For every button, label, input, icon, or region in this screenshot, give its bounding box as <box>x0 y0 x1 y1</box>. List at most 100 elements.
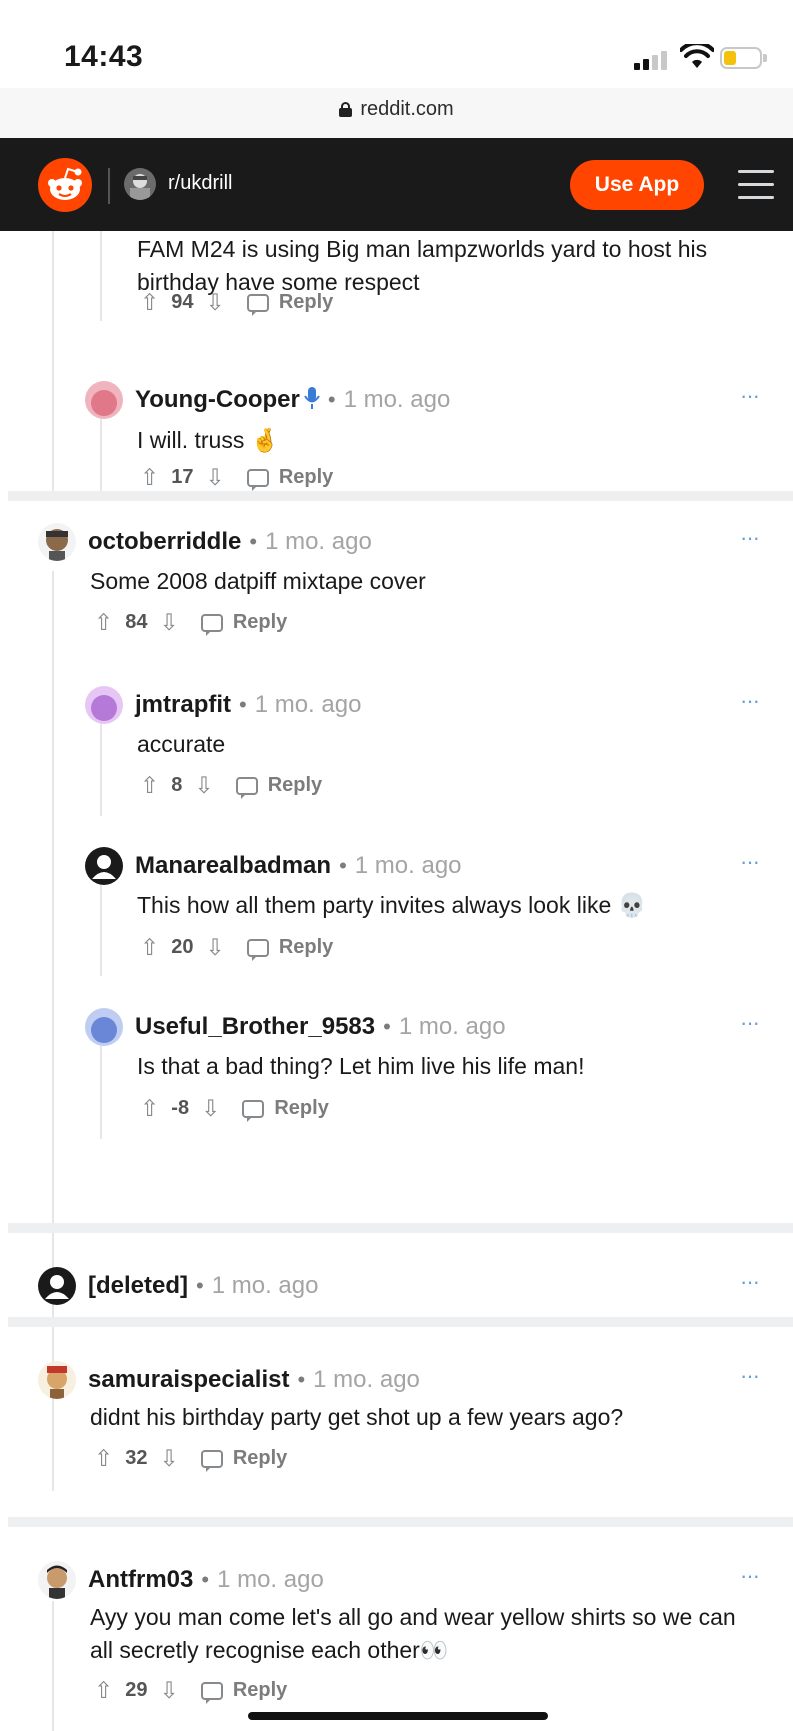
more-options-icon[interactable]: ··· <box>740 525 760 551</box>
battery-icon <box>720 47 767 69</box>
comment-age: 1 mo. ago <box>211 1272 319 1299</box>
reply-button[interactable]: Reply <box>233 611 287 634</box>
downvote-icon[interactable]: ⇩ <box>194 772 213 799</box>
downvote-icon[interactable]: ⇩ <box>206 464 225 491</box>
comment-author[interactable]: Manarealbadman <box>135 852 331 880</box>
comment: Antfrm03 • 1 mo. ago ··· Ayy you man com… <box>38 1561 793 1731</box>
avatar[interactable] <box>38 1361 76 1399</box>
separator-dot: • <box>239 692 247 717</box>
clock: 14:43 <box>64 40 144 73</box>
comment-actions: ⇧ 32 ⇩ Reply <box>94 1445 287 1472</box>
score: 17 <box>171 466 194 488</box>
more-options-icon[interactable]: ··· <box>740 1269 760 1295</box>
downvote-icon[interactable]: ⇩ <box>160 609 179 636</box>
separator-dot: • <box>196 1273 204 1298</box>
downvote-icon[interactable]: ⇩ <box>160 1677 179 1704</box>
comment: samuraispecialist • 1 mo. ago ··· didnt … <box>38 1361 793 1501</box>
thread-separator <box>8 491 793 501</box>
upvote-icon[interactable]: ⇧ <box>94 609 113 636</box>
comment-author[interactable]: octoberriddle <box>88 528 241 556</box>
comment-author[interactable]: jmtrapfit <box>135 691 231 719</box>
comment: Young-Cooper • 1 mo. ago ··· I will. tru… <box>85 381 793 491</box>
more-options-icon[interactable]: ··· <box>740 383 760 409</box>
comment-actions: ⇧ 94 ⇩ Reply <box>140 289 333 316</box>
reddit-logo-icon[interactable] <box>38 158 92 212</box>
subreddit-icon[interactable] <box>124 168 156 200</box>
comment: Manarealbadman • 1 mo. ago ··· This how … <box>85 847 793 967</box>
reply-button[interactable]: Reply <box>279 291 333 314</box>
reply-icon[interactable] <box>246 293 269 316</box>
upvote-icon[interactable]: ⇧ <box>94 1677 113 1704</box>
comment-age: 1 mo. ago <box>354 852 462 879</box>
separator-dot: • <box>383 1014 391 1039</box>
comment-body: This how all them party invites always l… <box>137 892 647 918</box>
score: 84 <box>125 611 148 633</box>
downvote-icon[interactable]: ⇩ <box>206 934 225 961</box>
score: 29 <box>125 1679 148 1701</box>
reply-icon[interactable] <box>246 938 269 961</box>
score: 32 <box>125 1447 148 1469</box>
upvote-icon[interactable]: ⇧ <box>140 772 159 799</box>
comment-age: 1 mo. ago <box>254 691 362 718</box>
reply-button[interactable]: Reply <box>279 936 333 959</box>
avatar[interactable] <box>85 381 123 419</box>
comment-author[interactable]: Young-Cooper <box>135 386 300 414</box>
comment-author[interactable]: Useful_Brother_9583 <box>135 1013 375 1041</box>
more-options-icon[interactable]: ··· <box>740 849 760 875</box>
avatar[interactable] <box>38 1561 76 1599</box>
comment-actions: ⇧ 20 ⇩ Reply <box>140 934 333 961</box>
avatar[interactable] <box>85 1008 123 1046</box>
upvote-icon[interactable]: ⇧ <box>94 1445 113 1472</box>
comment-body: didnt his birthday party get shot up a f… <box>90 1404 624 1430</box>
downvote-icon[interactable]: ⇩ <box>201 1095 220 1122</box>
comment: FAM M24 is using Big man lampzworlds yar… <box>0 231 793 321</box>
reply-icon[interactable] <box>200 1681 223 1704</box>
avatar[interactable] <box>38 523 76 561</box>
use-app-button[interactable]: Use App <box>570 160 704 210</box>
status-bar: 14:43 <box>0 0 793 96</box>
avatar[interactable] <box>38 1267 76 1305</box>
comment-age: 1 mo. ago <box>313 1366 420 1393</box>
page-left-edge <box>0 231 8 1730</box>
upvote-icon[interactable]: ⇧ <box>140 289 159 316</box>
cellular-signal-icon <box>634 50 670 70</box>
downvote-icon[interactable]: ⇩ <box>160 1445 179 1472</box>
separator-dot: • <box>297 1367 306 1392</box>
reply-icon[interactable] <box>242 1099 265 1122</box>
score: 94 <box>171 291 194 313</box>
upvote-icon[interactable]: ⇧ <box>140 934 159 961</box>
upvote-icon[interactable]: ⇧ <box>140 464 159 491</box>
reply-button[interactable]: Reply <box>268 774 322 797</box>
separator-dot: • <box>327 387 336 412</box>
comment-body: accurate <box>137 731 226 757</box>
avatar[interactable] <box>85 686 123 724</box>
more-options-icon[interactable]: ··· <box>740 1363 760 1389</box>
score: -8 <box>171 1097 190 1119</box>
comment-body: Some 2008 datpiff mixtape cover <box>90 568 426 594</box>
reply-icon[interactable] <box>200 613 223 636</box>
hamburger-menu-icon[interactable] <box>738 170 774 200</box>
browser-url-bar[interactable]: reddit.com <box>0 88 793 138</box>
reply-button[interactable]: Reply <box>233 1447 287 1470</box>
comment-author[interactable]: Antfrm03 <box>88 1566 193 1594</box>
reply-icon[interactable] <box>246 468 269 491</box>
reply-icon[interactable] <box>200 1449 223 1472</box>
more-options-icon[interactable]: ··· <box>740 1010 760 1036</box>
comment-author: [deleted] <box>88 1272 189 1299</box>
more-options-icon[interactable]: ··· <box>740 1563 760 1589</box>
comment-actions: ⇧ -8 ⇩ Reply <box>140 1095 329 1122</box>
comment: Useful_Brother_9583 • 1 mo. ago ··· Is t… <box>85 1008 793 1128</box>
reply-button[interactable]: Reply <box>274 1097 328 1120</box>
avatar[interactable] <box>85 847 123 885</box>
thread-separator <box>8 1517 793 1527</box>
reply-icon[interactable] <box>235 776 258 799</box>
downvote-icon[interactable]: ⇩ <box>206 289 225 316</box>
more-options-icon[interactable]: ··· <box>740 688 760 714</box>
reply-button[interactable]: Reply <box>233 1679 287 1702</box>
comment-author[interactable]: samuraispecialist <box>88 1366 289 1394</box>
header-divider <box>108 168 110 204</box>
subreddit-name[interactable]: r/ukdrill <box>168 172 232 195</box>
separator-dot: • <box>249 529 258 554</box>
upvote-icon[interactable]: ⇧ <box>140 1095 159 1122</box>
reply-button[interactable]: Reply <box>279 466 333 489</box>
